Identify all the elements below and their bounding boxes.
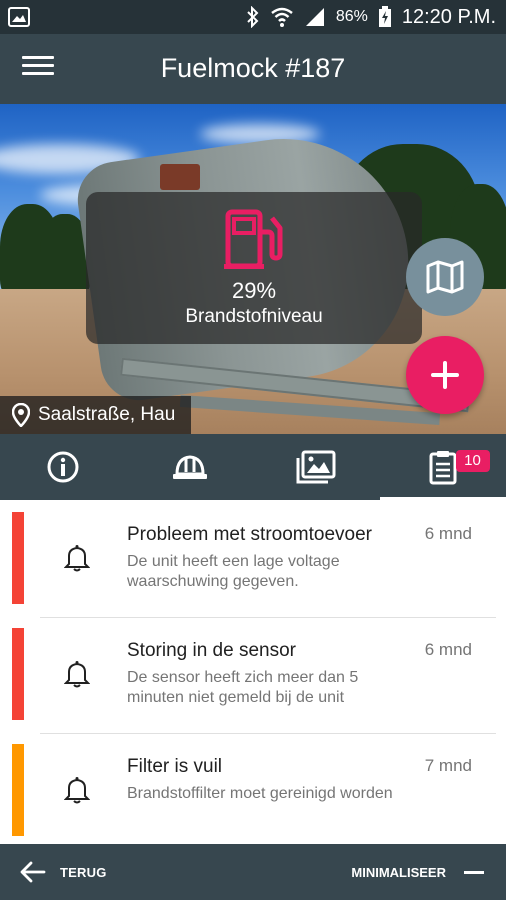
tab-photos[interactable] [253, 434, 380, 500]
map-button[interactable] [406, 238, 484, 316]
back-button[interactable]: TERUG [20, 854, 107, 890]
location-pin-icon [12, 403, 30, 427]
notification-title: Filter is vuil [127, 756, 223, 777]
fuel-level-gauge: 29% Brandstofniveau [86, 192, 422, 344]
map-icon [426, 260, 464, 294]
app-bar: Fuelmock #187 [0, 34, 506, 104]
fuel-percent: 29% [231, 278, 277, 303]
notification-title: Storing in de sensor [127, 640, 296, 661]
notification-description: De unit heeft een lage voltage waarschuw… [127, 553, 340, 590]
add-button[interactable] [406, 336, 484, 414]
bell-icon [64, 661, 90, 688]
severity-bar [12, 628, 24, 720]
minimize-button[interactable]: MINIMALISEER [351, 854, 484, 890]
gallery-notification-icon [8, 7, 30, 27]
notification-title: Probleem met stroomtoevoer [127, 524, 372, 545]
battery-charging-icon [378, 6, 391, 27]
notification-list: Probleem met stroomtoevoer De unit heeft… [0, 502, 506, 842]
bottom-bar: TERUG MINIMALISEER [0, 844, 506, 900]
tank-hero-image: 29% Brandstofniveau Saalstraße, Hau [0, 104, 506, 434]
wifi-icon [271, 7, 293, 27]
hard-hat-icon [172, 455, 207, 479]
plus-icon [431, 361, 459, 389]
tab-info[interactable] [0, 434, 127, 500]
tab-notifications[interactable]: 10 [379, 434, 506, 500]
severity-bar [12, 512, 24, 604]
info-icon [47, 451, 79, 483]
bell-icon [64, 545, 90, 572]
clock: 12:20 P.M. [401, 5, 496, 28]
back-label: TERUG [60, 864, 107, 880]
bell-icon [64, 777, 90, 804]
location-label[interactable]: Saalstraße, Hau [0, 396, 192, 434]
notification-time: 6 mnd [424, 640, 472, 659]
arrow-left-icon [20, 861, 46, 883]
clipboard-icon [429, 451, 457, 485]
list-item[interactable]: Probleem met stroomtoevoer De unit heeft… [0, 502, 506, 618]
notification-time: 6 mnd [424, 524, 472, 543]
list-item[interactable]: Filter is vuil Brandstoffilter moet gere… [0, 734, 506, 850]
fuel-pump-icon [224, 209, 283, 269]
signal-icon [305, 8, 324, 26]
page-title: Fuelmock #187 [160, 53, 346, 83]
gallery-icon [296, 450, 336, 484]
bluetooth-icon [247, 6, 259, 28]
notification-count-badge: 10 [455, 450, 490, 472]
battery-percent: 86% [335, 8, 368, 25]
notification-description: De sensor heeft zich meer dan 5 minuten … [127, 669, 359, 706]
severity-bar [12, 744, 24, 836]
minus-icon [464, 870, 484, 874]
notification-description: Brandstoffilter moet gereinigd worden [127, 785, 393, 802]
minimize-label: MINIMALISEER [351, 864, 446, 880]
tab-maintenance[interactable] [127, 434, 254, 500]
notification-time: 7 mnd [424, 756, 472, 775]
fuel-label: Brandstofniveau [185, 306, 323, 327]
status-bar: 86% 12:20 P.M. [0, 0, 506, 34]
list-item[interactable]: Storing in de sensor De sensor heeft zic… [0, 618, 506, 734]
location-text: Saalstraße, Hau [38, 404, 176, 425]
tab-bar: 10 [0, 434, 506, 500]
